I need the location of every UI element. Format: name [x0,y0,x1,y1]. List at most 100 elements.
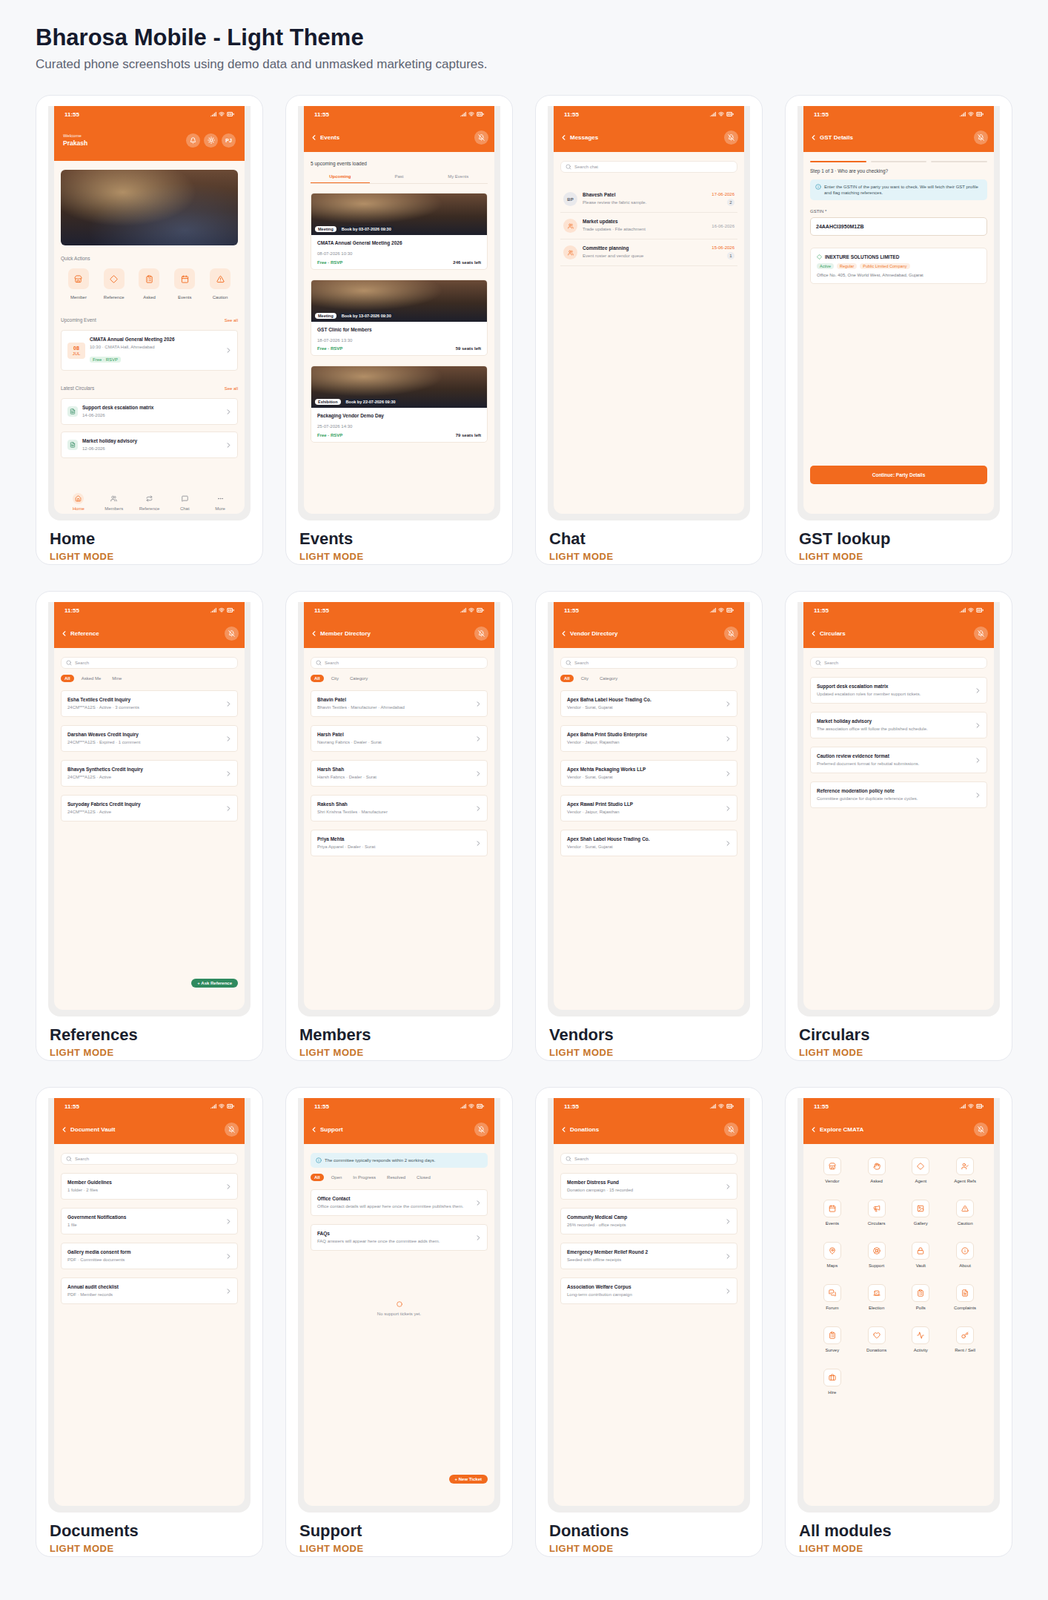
back-icon[interactable] [809,1125,818,1134]
avatar-button[interactable]: PJ [221,133,236,148]
back-icon[interactable] [559,133,568,142]
close-button[interactable] [474,1122,489,1137]
close-button[interactable] [474,130,489,145]
list-row[interactable]: FAQsFAQ answers will appear here once th… [310,1223,488,1251]
module-tile[interactable]: Agent Refs [942,1156,988,1183]
module-tile[interactable]: Circulars [854,1199,900,1226]
list-row[interactable]: Suryoday Fabrics Credit Inquiry24CM***A1… [60,794,238,822]
module-tile[interactable]: Activity [899,1325,944,1352]
circular-row[interactable]: Market holiday advisory12-06-2026 [60,431,238,459]
list-row[interactable]: Bhavya Synthetics Credit Inquiry24CM***A… [60,759,238,787]
event-card[interactable]: 08JULCMATA Annual General Meeting 202610… [60,329,238,371]
filter-chip[interactable]: Asked Me [77,674,106,682]
close-button[interactable] [224,626,239,641]
see-all-link[interactable]: See all [224,386,238,391]
search-field[interactable]: Search [810,656,988,669]
filter-chip[interactable]: All [310,1173,324,1181]
event-tab[interactable]: My Events [428,171,488,184]
filter-chip[interactable]: Mine [108,674,126,682]
list-row[interactable]: Priya MehtaPriya Apparel · Dealer · Sura… [310,829,488,857]
back-icon[interactable] [309,133,318,142]
quick-action[interactable]: Events [166,268,203,300]
list-row[interactable]: Rakesh ShahShri Krishna Textiles · Manuf… [310,794,488,822]
module-tile[interactable]: Caution [942,1199,988,1226]
circular-row[interactable]: Support desk escalation matrix14-06-2026 [60,398,238,425]
theme-button[interactable] [203,133,218,148]
list-row[interactable]: Association Welfare CorpusLong-term cont… [560,1277,738,1304]
chat-row[interactable]: Committee planningEvent roster and vendo… [560,239,738,267]
see-all-link[interactable]: See all [224,317,238,323]
filter-chip[interactable]: Resolved [383,1173,410,1181]
gstin-input[interactable]: 24AAHCI3950M1ZB [810,217,988,236]
list-row[interactable]: Office ContactOffice contact details wil… [310,1188,488,1216]
list-row[interactable]: Apex Rawal Print Studio LLPVendor · Jaip… [560,794,738,822]
search-field[interactable]: Search [560,656,738,669]
close-button[interactable] [224,1122,239,1137]
nav-item[interactable]: Home [60,492,97,511]
floating-button[interactable]: + Ask Reference [191,978,238,988]
nav-item[interactable]: Chat [166,492,203,511]
close-button[interactable] [724,1122,739,1137]
list-row[interactable]: Member Distress FundDonation campaign · … [560,1172,738,1200]
search-field[interactable]: Search chat [560,160,738,173]
continue-button[interactable]: Continue: Party Details [810,465,988,484]
back-icon[interactable] [309,1125,318,1134]
event-card[interactable]: ExhibitionBook by 22-07-2026 09:30Packag… [310,365,488,443]
filter-chip[interactable]: All [310,674,324,682]
module-tile[interactable]: Asked [854,1156,900,1183]
back-icon[interactable] [809,629,818,638]
list-row[interactable]: Harsh PatelNavrang Fabrics · Dealer · Su… [310,724,488,752]
module-tile[interactable]: Support [854,1241,900,1268]
event-card[interactable]: MeetingBook by 03-07-2026 09:30CMATA Ann… [310,192,488,270]
module-tile[interactable]: Agent [899,1156,944,1183]
back-icon[interactable] [60,629,69,638]
module-tile[interactable]: Vault [899,1241,944,1268]
module-tile[interactable]: Vendor [810,1156,855,1183]
module-tile[interactable]: Rent / Sell [942,1325,988,1352]
quick-action[interactable]: Asked [131,268,168,300]
filter-chip[interactable]: All [60,674,75,682]
module-tile[interactable]: Complaints [942,1283,988,1310]
event-tab[interactable]: Past [369,171,430,184]
filter-chip[interactable]: Open [327,1173,347,1181]
quick-action[interactable]: Reference [96,268,132,300]
quick-action[interactable]: Member [60,268,97,300]
list-row[interactable]: Apex Bafna Print Studio EnterpriseVendor… [560,724,738,752]
close-button[interactable] [973,130,988,145]
list-row[interactable]: Emergency Member Relief Round 2Seeded wi… [560,1242,738,1269]
filter-chip[interactable]: Category [346,674,372,682]
module-tile[interactable]: Survey [810,1325,855,1352]
module-tile[interactable]: Forum [810,1283,855,1310]
chat-row[interactable]: Market updatesTrade updates · File attac… [560,212,738,240]
back-icon[interactable] [809,133,818,142]
notifications-button[interactable] [186,133,201,148]
list-row[interactable]: Government Notifications1 file [60,1207,238,1235]
filter-chip[interactable]: Category [595,674,622,682]
filter-chip[interactable]: All [560,674,574,682]
list-row[interactable]: Apex Mehta Packaging Works LLPVendor · S… [560,759,738,787]
list-row[interactable]: Market holiday advisoryThe association o… [810,711,988,739]
close-button[interactable] [973,626,988,641]
close-button[interactable] [724,130,739,145]
filter-chip[interactable]: Closed [412,1173,435,1181]
list-row[interactable]: Harsh ShahHarsh Fabrics · Dealer · Surat [310,759,488,787]
list-row[interactable]: Gallery media consent formPDF · Committe… [60,1242,238,1269]
list-row[interactable]: Support desk escalation matrixUpdated es… [810,676,988,704]
list-row[interactable]: Caution review evidence formatPreferred … [810,746,988,774]
back-icon[interactable] [559,629,568,638]
search-field[interactable]: Search [60,656,238,669]
nav-item[interactable]: Members [96,492,132,511]
list-row[interactable]: Darshan Weaves Credit Inquiry24CM***A12S… [60,724,238,752]
quick-action[interactable]: Caution [202,268,238,300]
list-row[interactable]: Bhavin PatelBhavin Textiles · Manufactur… [310,690,488,717]
module-tile[interactable]: Election [854,1283,900,1310]
event-tab[interactable]: Upcoming [310,171,370,184]
nav-item[interactable]: Reference [131,492,168,511]
back-icon[interactable] [559,1125,568,1134]
event-card[interactable]: MeetingBook by 13-07-2026 09:30GST Clini… [310,279,488,357]
module-tile[interactable]: Gallery [899,1199,944,1226]
filter-chip[interactable]: City [327,674,343,682]
list-row[interactable]: Esha Textiles Credit Inquiry24CM***A12S … [60,690,238,717]
module-tile[interactable]: About [942,1241,988,1268]
nav-item[interactable]: More [202,492,238,511]
